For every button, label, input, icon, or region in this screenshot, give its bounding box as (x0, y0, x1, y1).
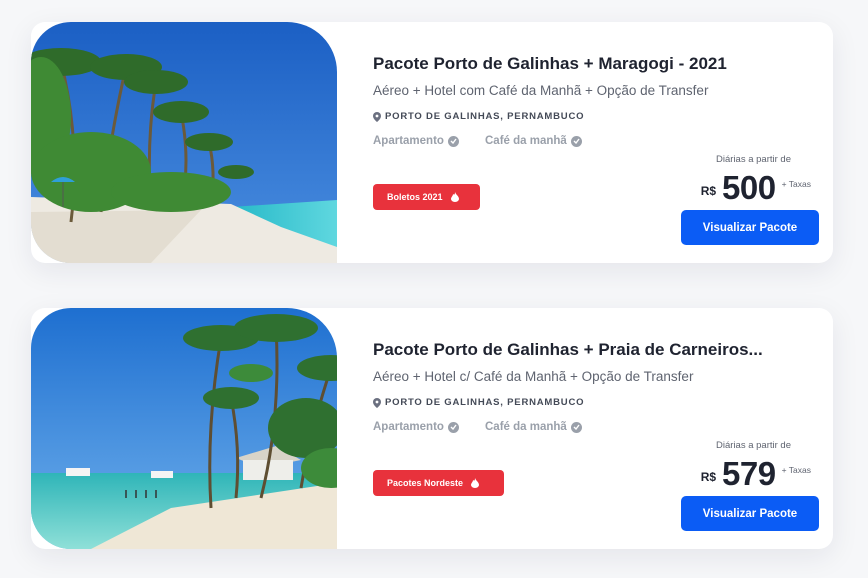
package-location: PORTO DE GALINHAS, PERNAMBUCO (373, 397, 584, 408)
price-caption: Diárias a partir de (716, 440, 791, 451)
price-amount: 579 (722, 455, 776, 492)
map-pin-icon (373, 111, 381, 122)
badge-label: Boletos 2021 (387, 192, 443, 202)
check-circle-icon (447, 135, 459, 147)
package-photo-beach[interactable] (31, 22, 337, 263)
currency: R$ (700, 470, 717, 484)
package-title[interactable]: Pacote Porto de Galinhas + Maragogi - 20… (373, 54, 803, 74)
feature-apartment: Apartamento (373, 135, 459, 147)
package-subtitle: Aéreo + Hotel c/ Café da Manhã + Opção d… (373, 369, 694, 384)
promo-badge[interactable]: Boletos 2021 (373, 184, 480, 210)
feature-breakfast: Café da manhã (485, 421, 582, 433)
package-photo-beach[interactable] (31, 308, 337, 549)
feature-label: Apartamento (373, 135, 444, 147)
check-circle-icon (570, 135, 582, 147)
package-card[interactable]: Pacote Porto de Galinhas + Praia de Carn… (31, 308, 833, 549)
package-subtitle: Aéreo + Hotel com Café da Manhã + Opção … (373, 83, 709, 98)
badge-label: Pacotes Nordeste (387, 478, 464, 488)
view-package-button[interactable]: Visualizar Pacote (681, 210, 819, 245)
fire-icon (450, 192, 459, 202)
package-title[interactable]: Pacote Porto de Galinhas + Praia de Carn… (373, 340, 803, 360)
taxes-label: + Taxas (781, 465, 811, 475)
price: R$ 579 + Taxas (701, 454, 811, 494)
check-circle-icon (447, 421, 459, 433)
fire-icon (471, 478, 480, 488)
taxes-label: + Taxas (781, 179, 811, 189)
location-label: PORTO DE GALINHAS, PERNAMBUCO (385, 397, 585, 408)
package-location: PORTO DE GALINHAS, PERNAMBUCO (373, 111, 584, 122)
feature-label: Apartamento (373, 421, 444, 433)
feature-label: Café da manhã (485, 421, 567, 433)
feature-apartment: Apartamento (373, 421, 459, 433)
view-package-button[interactable]: Visualizar Pacote (681, 496, 819, 531)
price: R$ 500 + Taxas (701, 168, 811, 208)
currency: R$ (700, 184, 717, 198)
package-card[interactable]: Pacote Porto de Galinhas + Maragogi - 20… (31, 22, 833, 263)
check-circle-icon (570, 421, 582, 433)
price-caption: Diárias a partir de (716, 154, 791, 165)
location-label: PORTO DE GALINHAS, PERNAMBUCO (385, 111, 585, 122)
price-amount: 500 (722, 169, 776, 206)
map-pin-icon (373, 397, 381, 408)
feature-label: Café da manhã (485, 135, 567, 147)
promo-badge[interactable]: Pacotes Nordeste (373, 470, 504, 496)
feature-breakfast: Café da manhã (485, 135, 582, 147)
